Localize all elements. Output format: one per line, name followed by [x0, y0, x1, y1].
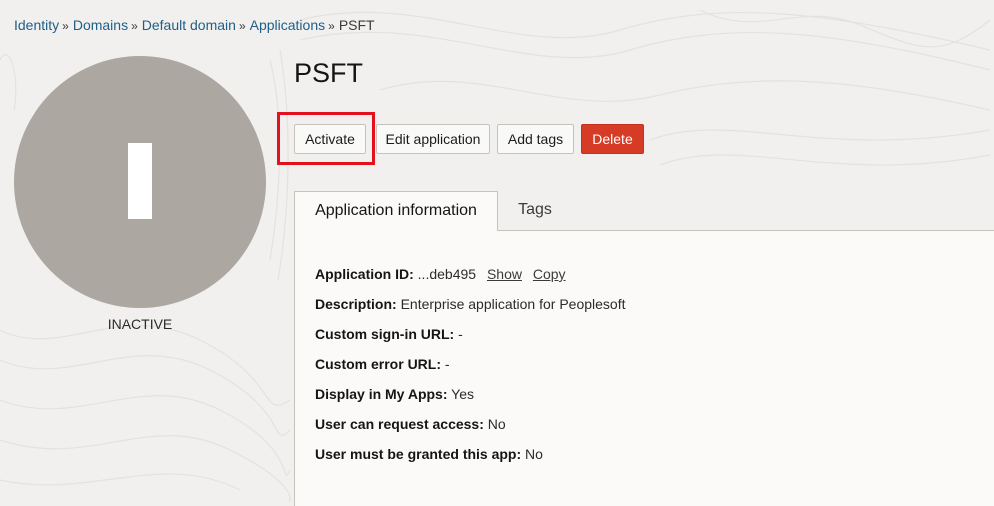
- page-title: PSFT: [294, 58, 364, 88]
- must-grant-value: No: [525, 446, 543, 462]
- activate-button[interactable]: Activate: [294, 124, 366, 154]
- info-row-my-apps: Display in My Apps: Yes: [315, 386, 474, 402]
- breadcrumb-separator: »: [62, 19, 69, 33]
- application-id-label: Application ID:: [315, 266, 414, 282]
- show-link[interactable]: Show: [487, 266, 522, 282]
- info-row-description: Description: Enterprise application for …: [315, 296, 626, 312]
- error-url-value: -: [444, 356, 450, 372]
- edit-application-button[interactable]: Edit application: [376, 124, 490, 154]
- my-apps-value: Yes: [451, 386, 474, 402]
- request-access-value: No: [487, 416, 506, 432]
- breadcrumb-domains[interactable]: Domains: [73, 17, 128, 33]
- error-url-label: Custom error URL:: [315, 356, 442, 372]
- application-status: INACTIVE: [107, 316, 173, 332]
- application-avatar: [14, 56, 266, 308]
- breadcrumb-separator: »: [131, 19, 138, 33]
- breadcrumb-identity[interactable]: Identity: [14, 17, 59, 33]
- info-row-application-id: Application ID: ...deb495 Show Copy: [315, 266, 566, 282]
- breadcrumb: Identity» Domains» Default domain» Applicat…: [14, 16, 375, 35]
- breadcrumb-default-domain[interactable]: Default domain: [142, 17, 236, 33]
- copy-link[interactable]: Copy: [533, 266, 566, 282]
- info-row-request-access: User can request access: No: [315, 416, 506, 432]
- info-row-must-grant: User must be granted this app: No: [315, 446, 543, 462]
- breadcrumb-applications[interactable]: Applications: [250, 17, 326, 33]
- signin-url-label: Custom sign-in URL:: [315, 326, 455, 342]
- signin-url-value: -: [458, 326, 463, 342]
- must-grant-label: User must be granted this app:: [315, 446, 522, 462]
- breadcrumb-separator: »: [238, 19, 246, 33]
- application-id-value: ...deb495: [417, 266, 477, 282]
- tab-tags[interactable]: Tags: [498, 191, 572, 229]
- description-label: Description:: [315, 296, 397, 312]
- my-apps-label: Display in My Apps:: [315, 386, 448, 402]
- breadcrumb-separator: »: [328, 19, 335, 33]
- info-row-signin-url: Custom sign-in URL: -: [315, 326, 463, 342]
- tab-application-information[interactable]: Application information: [294, 191, 498, 231]
- description-value: Enterprise application for Peoplesoft: [400, 296, 626, 312]
- info-row-error-url: Custom error URL: -: [315, 356, 450, 372]
- breadcrumb-current: PSFT: [338, 17, 375, 33]
- application-letter-icon: [128, 143, 152, 219]
- add-tags-button[interactable]: Add tags: [497, 124, 574, 154]
- request-access-label: User can request access:: [315, 416, 484, 432]
- delete-button[interactable]: Delete: [581, 124, 644, 154]
